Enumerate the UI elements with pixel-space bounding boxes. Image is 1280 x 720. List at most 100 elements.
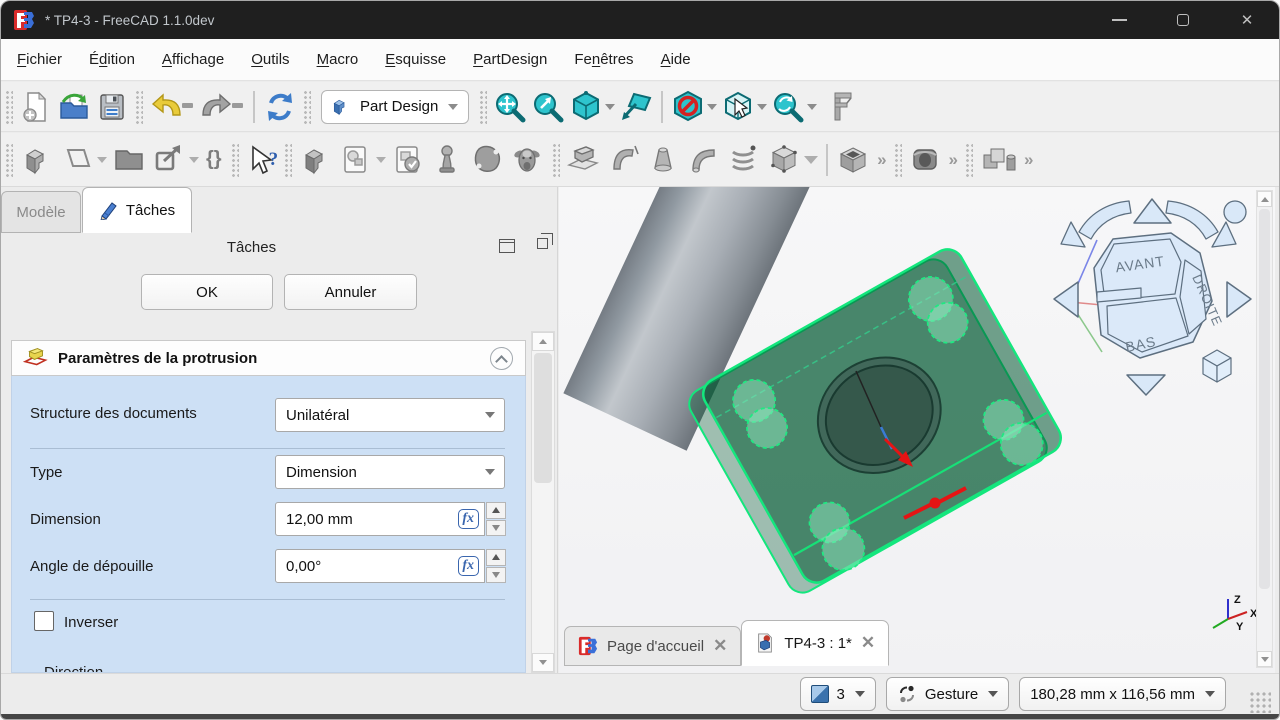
align-view-button[interactable] — [619, 90, 653, 124]
toolbar-grip[interactable] — [965, 143, 973, 177]
menu-macro[interactable]: Macro — [317, 51, 359, 68]
tab-start-page[interactable]: Page d'accueil ✕ — [564, 626, 741, 666]
zoom-fit-all-button[interactable] — [493, 90, 527, 124]
detail-level-selector[interactable]: 3 — [800, 677, 876, 711]
scroll-up-icon[interactable] — [1257, 191, 1272, 207]
side-combobox[interactable]: Unilatéral — [275, 398, 505, 432]
additive-primitive-button[interactable] — [766, 142, 818, 178]
additive-helix-button[interactable] — [726, 142, 762, 178]
step-up-icon[interactable] — [486, 502, 506, 519]
group-button[interactable] — [111, 142, 147, 178]
shape-binder-button[interactable] — [470, 142, 506, 178]
chevron-down-icon[interactable] — [376, 157, 386, 163]
menu-outils[interactable]: Outils — [251, 51, 289, 68]
length-input[interactable] — [286, 511, 458, 528]
expression-button[interactable]: {} — [203, 148, 225, 171]
menu-esquisse[interactable]: Esquisse — [385, 51, 446, 68]
new-file-button[interactable] — [19, 90, 53, 124]
datum-point-button[interactable] — [430, 142, 466, 178]
menu-aide[interactable]: Aide — [661, 51, 691, 68]
dimension-selector[interactable]: 180,28 mm x 116,56 mm — [1019, 677, 1226, 711]
chevron-down-icon[interactable] — [707, 104, 717, 110]
toolbar-grip[interactable] — [5, 143, 13, 177]
menu-affichage[interactable]: Affichage — [162, 51, 224, 68]
viewport-scrollbar[interactable] — [1256, 190, 1273, 668]
scroll-down-icon[interactable] — [532, 653, 554, 672]
toolbar-grip[interactable] — [479, 90, 487, 124]
scroll-down-icon[interactable] — [1257, 651, 1272, 667]
datum-plane-button[interactable] — [59, 142, 107, 178]
chevron-down-icon[interactable] — [189, 157, 199, 163]
3d-viewport[interactable]: AVANT DROITE BAS Z X Y — [559, 187, 1275, 673]
toolbar-grip[interactable] — [303, 90, 311, 124]
collapse-section-icon[interactable] — [490, 347, 513, 370]
length-spinbox[interactable]: fx — [275, 502, 485, 536]
workbench-selector[interactable]: Part Design — [321, 90, 469, 124]
toolbar-grip[interactable] — [284, 143, 292, 177]
toolbar-grip[interactable] — [231, 143, 239, 177]
link-button[interactable] — [151, 142, 199, 178]
view-cube-button[interactable] — [569, 90, 615, 124]
step-down-icon[interactable] — [486, 520, 506, 537]
toolbar-overflow-button[interactable]: » — [1021, 150, 1036, 170]
save-button[interactable] — [95, 90, 129, 124]
menu-fichier[interactable]: Fichier — [17, 51, 62, 68]
length-stepper[interactable] — [486, 502, 506, 536]
clone-button[interactable] — [510, 142, 546, 178]
dock-window-icon[interactable] — [499, 239, 515, 253]
close-tab-icon[interactable]: ✕ — [713, 636, 727, 656]
draw-style-button[interactable] — [671, 90, 717, 124]
taper-spinbox[interactable]: fx — [275, 549, 485, 583]
chevron-down-icon[interactable] — [807, 104, 817, 110]
navigation-style-selector[interactable]: Gesture — [886, 677, 1009, 711]
additive-loft-button[interactable] — [646, 142, 682, 178]
float-window-icon[interactable] — [537, 238, 548, 249]
pocket-button[interactable] — [836, 142, 872, 178]
part-button[interactable] — [19, 142, 55, 178]
step-up-icon[interactable] — [486, 549, 506, 566]
additive-pipe-button[interactable] — [686, 142, 722, 178]
section-header[interactable]: Paramètres de la protrusion — [11, 340, 526, 376]
refresh-button[interactable] — [263, 90, 297, 124]
expression-fx-button[interactable]: fx — [458, 556, 479, 576]
zoom-selection-button[interactable] — [531, 90, 565, 124]
expression-fx-button[interactable]: fx — [458, 509, 479, 529]
undo-button[interactable] — [149, 90, 195, 124]
box-selection-button[interactable] — [721, 90, 767, 124]
scroll-up-icon[interactable] — [532, 332, 554, 351]
3d-scene[interactable]: AVANT DROITE BAS Z X Y — [559, 187, 1256, 673]
revolution-button[interactable] — [606, 142, 642, 178]
measure-button[interactable] — [821, 90, 855, 124]
close-tab-icon[interactable]: ✕ — [861, 633, 875, 653]
chevron-down-icon[interactable] — [757, 104, 767, 110]
tab-tasks[interactable]: Tâches — [82, 187, 192, 233]
step-down-icon[interactable] — [486, 567, 506, 584]
validate-sketch-button[interactable] — [390, 142, 426, 178]
create-sketch-button[interactable] — [338, 142, 386, 178]
pad-button[interactable] — [566, 142, 602, 178]
taper-input[interactable] — [286, 558, 458, 575]
close-button[interactable]: ✕ — [1215, 1, 1279, 39]
redo-button[interactable] — [199, 90, 245, 124]
toolbar-grip[interactable] — [135, 90, 143, 124]
toolbar-grip[interactable] — [894, 143, 902, 177]
taper-stepper[interactable] — [486, 549, 506, 583]
hole-button[interactable] — [908, 142, 944, 178]
scrollbar-thumb[interactable] — [1259, 209, 1270, 589]
menu-fenêtres[interactable]: Fenêtres — [574, 51, 633, 68]
panel-scrollbar[interactable] — [531, 331, 555, 673]
type-combobox[interactable]: Dimension — [275, 455, 505, 489]
menu-édition[interactable]: Édition — [89, 51, 135, 68]
maximize-button[interactable] — [1151, 1, 1215, 39]
boolean-button[interactable] — [979, 142, 1019, 178]
minimize-button[interactable] — [1087, 1, 1151, 39]
create-body-button[interactable] — [298, 142, 334, 178]
tab-document[interactable]: TP4-3 : 1* ✕ — [741, 620, 889, 666]
chevron-down-icon[interactable] — [97, 157, 107, 163]
toolbar-grip[interactable] — [552, 143, 560, 177]
open-file-button[interactable] — [57, 90, 91, 124]
cancel-button[interactable]: Annuler — [284, 274, 417, 310]
menu-partdesign[interactable]: PartDesign — [473, 51, 547, 68]
reversed-checkbox[interactable] — [34, 611, 54, 631]
scrollbar-thumb[interactable] — [534, 353, 552, 483]
